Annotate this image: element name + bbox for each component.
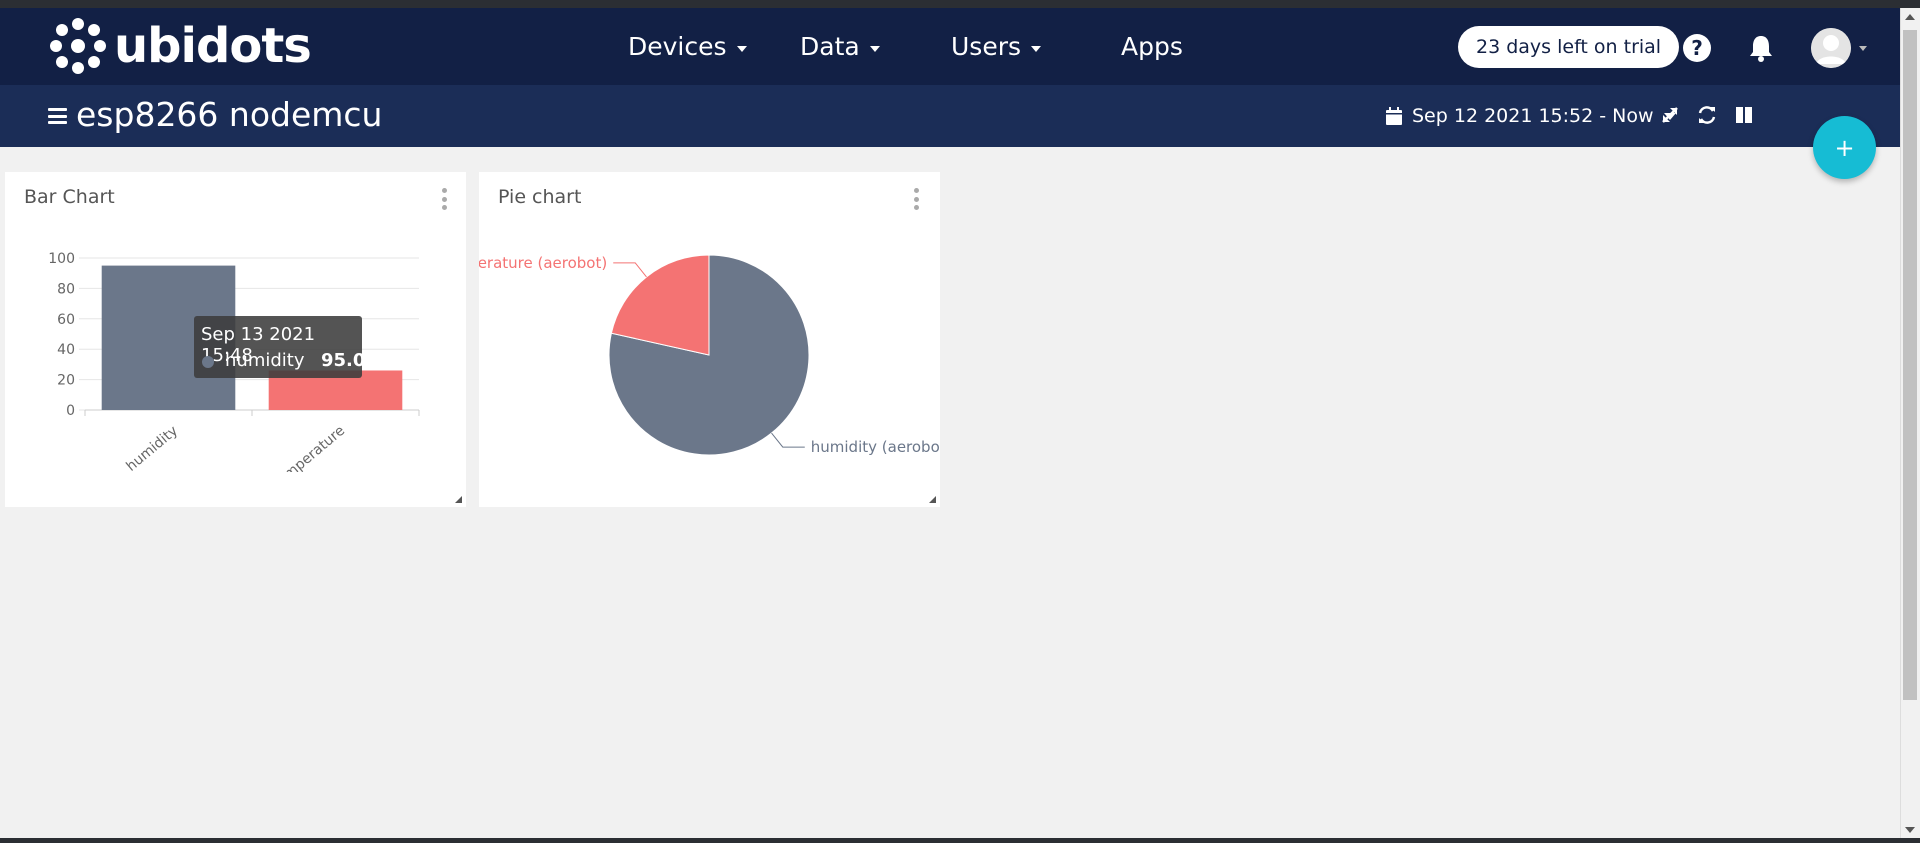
caret-down-icon <box>869 45 880 52</box>
user-avatar-icon[interactable] <box>1811 28 1851 68</box>
nav-apps[interactable]: Apps <box>1121 8 1183 85</box>
caret-down-icon <box>1031 45 1042 52</box>
nav-devices[interactable]: Devices <box>628 8 747 85</box>
nav-devices-label: Devices <box>628 32 727 61</box>
layout-columns-icon[interactable] <box>1733 104 1755 126</box>
nav-users-label: Users <box>951 32 1022 61</box>
date-range-label: Sep 12 2021 15:52 - Now <box>1412 105 1654 127</box>
pie-slice-label: perature (aerobot) <box>479 254 607 272</box>
tooltip-series-name: humidity <box>225 350 305 371</box>
bell-glyph <box>1750 36 1772 62</box>
caret-down-icon <box>736 45 747 52</box>
refresh-icon[interactable] <box>1696 104 1718 126</box>
tooltip-series-dot <box>202 356 214 368</box>
pie-chart-widget[interactable]: Pie chart humidity (aerobot) perature (ae… <box>479 172 940 507</box>
nav-data-label: Data <box>800 32 860 61</box>
question-circle-icon[interactable]: ? <box>1683 34 1711 62</box>
y-tick-label: 60 <box>57 312 75 328</box>
expand-icon[interactable] <box>1659 104 1681 126</box>
calendar-icon <box>1386 106 1402 125</box>
resize-handle-icon[interactable] <box>455 496 462 503</box>
y-tick-label: 100 <box>48 251 75 267</box>
browser-bottom-strip <box>0 838 1920 843</box>
scroll-up-arrow-icon[interactable] <box>1905 14 1915 20</box>
ubidots-logo[interactable]: ubidots <box>50 18 312 74</box>
nav-apps-label: Apps <box>1121 32 1183 61</box>
scroll-down-arrow-icon[interactable] <box>1905 827 1915 833</box>
nav-users[interactable]: Users <box>951 8 1042 85</box>
trial-badge[interactable]: 23 days left on trial <box>1458 26 1680 68</box>
date-range-picker[interactable]: Sep 12 2021 15:52 - Now <box>1385 102 1676 130</box>
dashboard-title[interactable]: esp8266 nodemcu <box>76 95 382 135</box>
y-tick-label: 0 <box>66 403 75 419</box>
x-tick-label: humidity <box>123 423 181 472</box>
dashboard-header: esp8266 nodemcu Sep 12 2021 15:52 - Now <box>0 85 1900 147</box>
bell-icon[interactable] <box>1746 32 1776 64</box>
browser-top-strip <box>0 0 1920 8</box>
widget-options-icon[interactable] <box>441 188 447 210</box>
avatar-silhouette <box>1811 28 1851 68</box>
y-tick-label: 40 <box>57 342 75 358</box>
add-widget-button[interactable]: + <box>1813 116 1876 179</box>
pie-leader-line <box>613 262 647 278</box>
nav-data[interactable]: Data <box>800 8 880 85</box>
hamburger-menu-icon[interactable] <box>48 108 67 124</box>
resize-handle-icon[interactable] <box>929 496 936 503</box>
chart-tooltip: Sep 13 2021 15:48 humidity 95.00 <box>194 316 378 378</box>
avatar-caret-down-icon[interactable] <box>1859 46 1867 51</box>
ubidots-dots-icon <box>50 18 106 74</box>
y-tick-label: 80 <box>57 281 75 297</box>
page-scrollbar-thumb[interactable] <box>1903 30 1917 700</box>
widget-title: Pie chart <box>498 186 582 208</box>
top-navbar: ubidots Devices Data Users Apps 23 days … <box>0 8 1900 85</box>
pie-slice-label: humidity (aerobot) <box>811 438 940 456</box>
pie-leader-line <box>771 432 805 448</box>
widget-title: Bar Chart <box>24 186 115 208</box>
pie-chart: humidity (aerobot) perature (aerobot) <box>479 254 940 456</box>
widget-options-icon[interactable] <box>913 188 919 210</box>
tooltip-value: 95.00 <box>321 350 378 371</box>
x-tick-label: temperature <box>270 423 348 472</box>
y-tick-label: 20 <box>57 373 75 389</box>
brand-name: ubidots <box>114 18 312 74</box>
